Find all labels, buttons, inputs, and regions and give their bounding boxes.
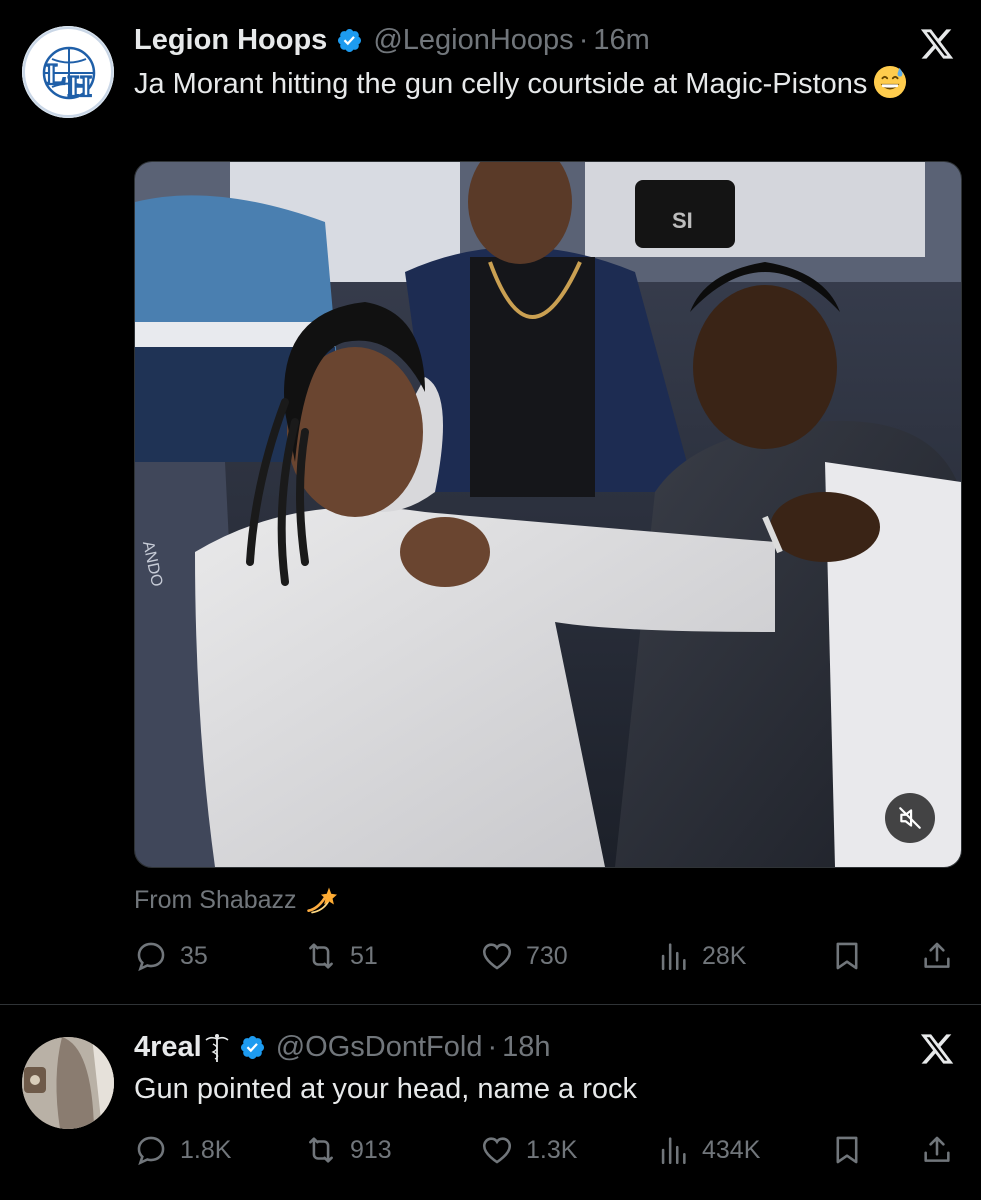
grinning-face-with-sweat-emoji	[874, 65, 907, 99]
views-icon	[661, 943, 686, 971]
tweet-4real[interactable]: 4real @OGsDontFold · 18h Gun pointed at …	[0, 1005, 981, 1200]
views-button[interactable]: 434K	[656, 1130, 760, 1170]
views-icon	[661, 1137, 686, 1165]
share-button[interactable]	[920, 1130, 954, 1170]
tweet-text: Gun pointed at your head, name a rock	[134, 1069, 934, 1109]
timestamp[interactable]: 16m	[593, 24, 649, 57]
handle[interactable]: @OGsDontFold	[276, 1031, 483, 1064]
tweet-text-content: Ja Morant hitting the gun celly courtsid…	[134, 68, 868, 100]
legion-hoops-logo-icon: L H	[23, 27, 113, 117]
reply-icon	[137, 942, 165, 972]
share-icon	[924, 1136, 950, 1162]
views-button[interactable]: 28K	[656, 936, 746, 976]
like-button[interactable]: 1.3K	[480, 1130, 577, 1170]
x-logo-icon[interactable]	[919, 1031, 955, 1067]
separator-dot: ·	[487, 1030, 498, 1063]
reply-button[interactable]: 35	[134, 936, 208, 976]
bookmark-button[interactable]	[830, 1130, 864, 1170]
x-logo-icon[interactable]	[919, 26, 955, 62]
tweet-header: Legion Hoops @LegionHoops · 16m	[134, 22, 650, 58]
display-name[interactable]: 4real	[134, 1031, 202, 1064]
reply-icon	[137, 1136, 165, 1166]
dizzy-emoji	[306, 887, 337, 914]
tweet-text-content: Gun pointed at your head, name a rock	[134, 1073, 637, 1105]
like-button[interactable]: 730	[480, 936, 568, 976]
handle[interactable]: @LegionHoops	[373, 24, 573, 57]
repost-button[interactable]: 51	[304, 936, 378, 976]
mute-button[interactable]	[885, 793, 935, 843]
views-count: 434K	[702, 1135, 761, 1164]
verified-badge-icon	[338, 28, 362, 52]
logo-letter-l: L	[46, 58, 66, 91]
display-name[interactable]: Legion Hoops	[134, 24, 327, 57]
bookmark-icon	[836, 1136, 858, 1164]
mute-icon	[899, 807, 921, 829]
reply-count: 35	[180, 941, 208, 970]
like-icon	[482, 943, 512, 970]
reply-count: 1.8K	[180, 1135, 232, 1164]
views-count: 28K	[702, 941, 747, 970]
logo-letter-h: H	[68, 70, 91, 103]
bookmark-icon	[836, 942, 858, 970]
tweet-legion-hoops[interactable]: L H Legion Hoops @LegionHoops · 16m Ja M…	[0, 0, 981, 1004]
tweet-header: 4real @OGsDontFold · 18h	[134, 1029, 551, 1065]
separator-dot: ·	[578, 23, 589, 56]
repost-icon	[309, 943, 333, 969]
like-count: 1.3K	[526, 1135, 578, 1164]
share-button[interactable]	[920, 936, 954, 976]
like-icon	[482, 1137, 512, 1164]
timestamp[interactable]: 18h	[502, 1031, 550, 1064]
placard-text: SI	[672, 208, 693, 233]
repost-count: 913	[350, 1135, 392, 1164]
user-avatar-image	[22, 1037, 114, 1129]
video-player[interactable]: SI ANDO	[134, 161, 962, 868]
staff-of-hermes-icon	[205, 1034, 229, 1062]
video-attribution[interactable]: From Shabazz	[134, 884, 337, 916]
avatar[interactable]: L H	[22, 26, 114, 118]
verified-badge-icon	[240, 1035, 264, 1059]
bookmark-button[interactable]	[830, 936, 864, 976]
like-count: 730	[526, 941, 568, 970]
avatar[interactable]	[22, 1037, 114, 1129]
tweet-text: Ja Morant hitting the gun celly courtsid…	[134, 64, 934, 104]
repost-icon	[309, 1137, 333, 1163]
reply-button[interactable]: 1.8K	[134, 1130, 231, 1170]
action-bar: 1.8K 913 1.3K 434K	[134, 1130, 964, 1170]
attribution-text[interactable]: From Shabazz	[134, 886, 297, 915]
repost-button[interactable]: 913	[304, 1130, 392, 1170]
repost-count: 51	[350, 941, 378, 970]
video-frame: SI ANDO	[135, 162, 961, 867]
share-icon	[924, 942, 950, 968]
action-bar: 35 51 730 28K	[134, 936, 964, 976]
